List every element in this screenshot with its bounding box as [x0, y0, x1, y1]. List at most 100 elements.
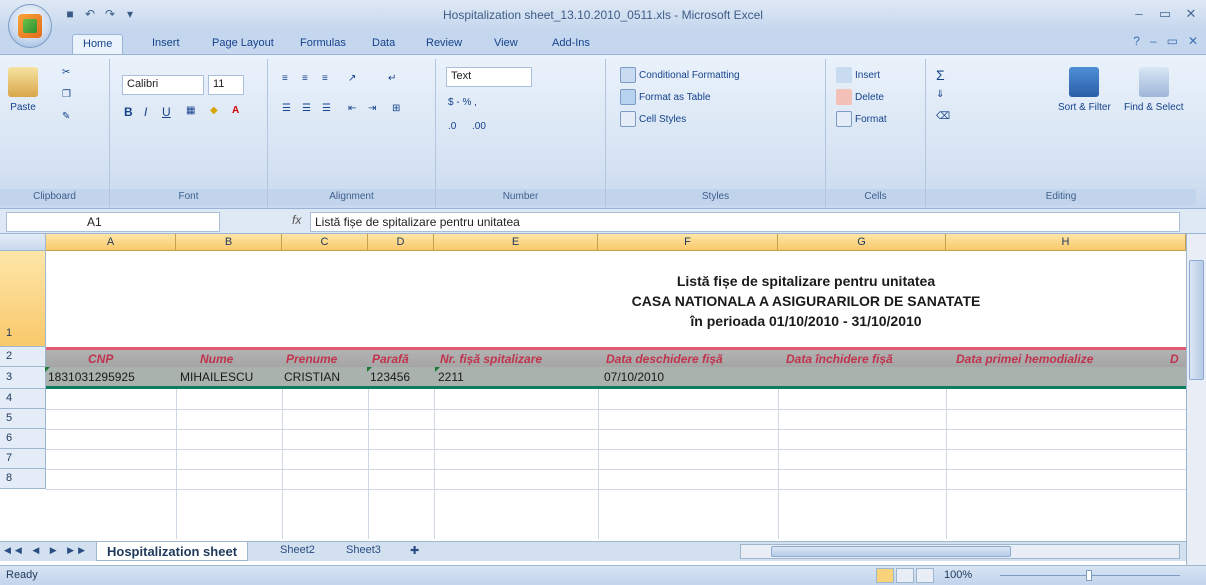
- vertical-scroll-thumb[interactable]: [1189, 260, 1204, 380]
- tab-insert[interactable]: Insert: [142, 34, 190, 54]
- tab-add-ins[interactable]: Add-Ins: [542, 34, 600, 54]
- sort-filter-button[interactable]: Sort & Filter: [1058, 67, 1111, 113]
- cell-data-deschidere[interactable]: 07/10/2010: [604, 370, 664, 384]
- header-cnp[interactable]: CNP: [88, 352, 113, 366]
- format-painter-icon[interactable]: ✎: [62, 111, 70, 122]
- page-break-view-icon[interactable]: [916, 568, 934, 583]
- normal-view-icon[interactable]: [876, 568, 894, 583]
- name-box[interactable]: A1: [6, 212, 220, 232]
- row-header-6[interactable]: 6: [0, 429, 46, 449]
- merge-center-icon[interactable]: ⊞: [392, 103, 400, 114]
- font-color-icon[interactable]: A: [232, 105, 239, 116]
- row-header-8[interactable]: 8: [0, 469, 46, 489]
- header-data-deschidere[interactable]: Data deschidere fișă: [606, 352, 723, 366]
- row-header-3[interactable]: 3: [0, 367, 46, 389]
- decrease-decimal-icon[interactable]: .00: [472, 121, 486, 132]
- bold-button[interactable]: B: [124, 105, 133, 119]
- vertical-scrollbar[interactable]: [1186, 234, 1206, 565]
- zoom-slider-knob[interactable]: [1086, 570, 1092, 581]
- paste-button[interactable]: Paste: [8, 67, 38, 113]
- column-header-e[interactable]: E: [434, 234, 598, 251]
- minimize-button[interactable]: –: [1132, 6, 1146, 22]
- orientation-icon[interactable]: ↗: [348, 73, 356, 84]
- ribbon-minimize-icon[interactable]: –: [1150, 34, 1157, 48]
- row-header-2[interactable]: 2: [0, 347, 46, 367]
- ribbon-close-icon[interactable]: ✕: [1188, 34, 1198, 48]
- zoom-level[interactable]: 100%: [944, 569, 972, 581]
- cut-icon[interactable]: ✂: [62, 67, 70, 78]
- column-header-d[interactable]: D: [368, 234, 434, 251]
- column-header-a[interactable]: A: [46, 234, 176, 251]
- page-layout-view-icon[interactable]: [896, 568, 914, 583]
- row-header-5[interactable]: 5: [0, 409, 46, 429]
- align-middle-icon[interactable]: ≡: [302, 73, 308, 84]
- close-button[interactable]: ✕: [1184, 6, 1198, 22]
- cell-nr-fisa[interactable]: 2211: [435, 367, 464, 384]
- row-header-1[interactable]: 1: [0, 251, 46, 347]
- find-select-button[interactable]: Find & Select: [1124, 67, 1183, 113]
- maximize-button[interactable]: ▭: [1158, 6, 1172, 22]
- align-top-icon[interactable]: ≡: [282, 73, 288, 84]
- sheet-tab-sheet2[interactable]: Sheet2: [270, 542, 325, 561]
- insert-function-icon[interactable]: fx: [292, 213, 301, 227]
- tab-home[interactable]: Home: [72, 34, 124, 54]
- header-data-inchidere[interactable]: Data închidere fișă: [786, 352, 893, 366]
- header-data-hemodialize[interactable]: Data primei hemodialize: [956, 352, 1093, 366]
- fill-color-icon[interactable]: ◆: [210, 105, 218, 116]
- increase-decimal-icon[interactable]: .0: [448, 121, 456, 132]
- underline-button[interactable]: U: [162, 105, 171, 119]
- header-parafa[interactable]: Parafă: [372, 352, 409, 366]
- font-size-box[interactable]: 11: [208, 75, 244, 95]
- select-all-corner[interactable]: [0, 234, 46, 251]
- sheet-navigation-icons[interactable]: ◀◀ ◀ ▶ ▶▶: [4, 545, 89, 556]
- format-as-table-button[interactable]: Format as Table: [620, 89, 711, 105]
- header-nr-fisa[interactable]: Nr. fișă spitalizare: [440, 352, 542, 366]
- number-format-box[interactable]: Text: [446, 67, 532, 87]
- align-center-icon[interactable]: ☰: [302, 103, 311, 114]
- cell-prenume[interactable]: CRISTIAN: [284, 370, 340, 384]
- sheet-tab-hospitalization[interactable]: Hospitalization sheet: [96, 542, 249, 561]
- autosum-icon[interactable]: Σ: [936, 67, 945, 83]
- column-header-b[interactable]: B: [176, 234, 282, 251]
- decrease-indent-icon[interactable]: ⇤: [348, 103, 356, 114]
- column-header-h[interactable]: H: [946, 234, 1186, 251]
- tab-formulas[interactable]: Formulas: [290, 34, 356, 54]
- column-header-g[interactable]: G: [778, 234, 946, 251]
- cell-parafa[interactable]: 123456: [366, 367, 410, 384]
- header-d-truncated[interactable]: D: [1170, 352, 1179, 366]
- border-icon[interactable]: ▦: [186, 105, 195, 116]
- align-right-icon[interactable]: ☰: [322, 103, 331, 114]
- title-cell-a1[interactable]: Listă fișe de spitalizare pentru unitate…: [46, 251, 1186, 347]
- sheet-tab-sheet3[interactable]: Sheet3: [336, 542, 391, 561]
- column-header-f[interactable]: F: [598, 234, 778, 251]
- delete-cells-button[interactable]: Delete: [836, 89, 884, 105]
- row-header-4[interactable]: 4: [0, 389, 46, 409]
- clear-icon[interactable]: ⌫: [936, 111, 950, 122]
- currency-format-buttons[interactable]: $ - % ,: [448, 97, 477, 108]
- header-nume[interactable]: Nume: [200, 352, 233, 366]
- conditional-formatting-button[interactable]: Conditional Formatting: [620, 67, 740, 83]
- horizontal-scrollbar[interactable]: [740, 544, 1180, 559]
- font-name-box[interactable]: Calibri: [122, 75, 204, 95]
- insert-cells-button[interactable]: Insert: [836, 67, 880, 83]
- worksheet-grid[interactable]: A B C D E F G H 1 2 3 4 5 6 7 8 Listă fi…: [0, 234, 1186, 565]
- header-prenume[interactable]: Prenume: [286, 352, 337, 366]
- tab-review[interactable]: Review: [416, 34, 472, 54]
- insert-sheet-icon[interactable]: ✚: [400, 542, 429, 561]
- horizontal-scroll-thumb[interactable]: [771, 546, 1011, 557]
- tab-view[interactable]: View: [484, 34, 528, 54]
- wrap-text-icon[interactable]: ↵: [388, 73, 396, 84]
- office-button[interactable]: [8, 4, 52, 48]
- formula-input[interactable]: Listă fișe de spitalizare pentru unitate…: [310, 212, 1180, 232]
- cell-nume[interactable]: MIHAILESCU: [180, 370, 253, 384]
- copy-icon[interactable]: ❐: [62, 89, 71, 100]
- row-header-7[interactable]: 7: [0, 449, 46, 469]
- tab-page-layout[interactable]: Page Layout: [202, 34, 284, 54]
- increase-indent-icon[interactable]: ⇥: [368, 103, 376, 114]
- help-icon[interactable]: ?: [1133, 34, 1140, 48]
- column-header-c[interactable]: C: [282, 234, 368, 251]
- ribbon-restore-icon[interactable]: ▭: [1167, 34, 1178, 48]
- fill-icon[interactable]: ⇓: [936, 89, 944, 100]
- cell-styles-button[interactable]: Cell Styles: [620, 111, 686, 127]
- align-left-icon[interactable]: ☰: [282, 103, 291, 114]
